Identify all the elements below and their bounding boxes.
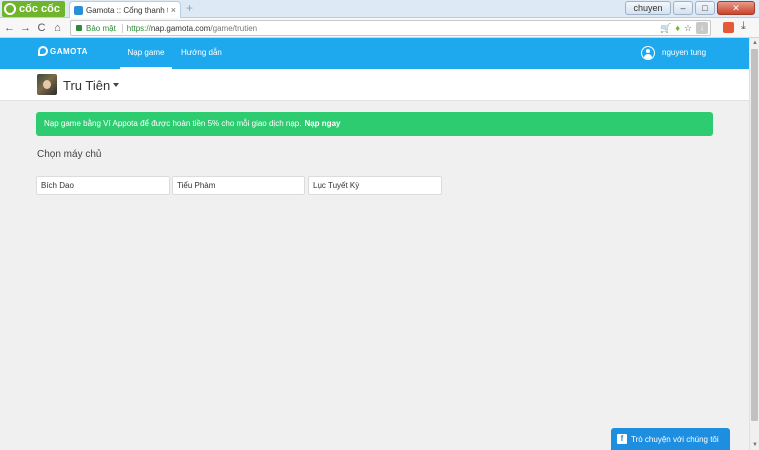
forward-arrow-icon[interactable]: → bbox=[19, 22, 32, 34]
game-selector-bar: Tru Tiên bbox=[0, 69, 749, 101]
scroll-down-arrow-icon[interactable]: ▼ bbox=[750, 440, 759, 450]
choose-server-heading: Chọn máy chủ bbox=[37, 149, 102, 160]
page-scrollbar[interactable]: ▲ ▼ bbox=[749, 38, 759, 450]
server-option[interactable]: Tiểu Phàm bbox=[172, 176, 305, 195]
server-option[interactable]: Lục Tuyết Kỳ bbox=[308, 176, 442, 195]
gamota-favicon-icon bbox=[74, 5, 83, 15]
coccoc-brand[interactable]: cốc cốc bbox=[2, 1, 65, 17]
server-option[interactable]: Bích Dao bbox=[36, 176, 170, 195]
user-name[interactable]: nguyen tung bbox=[662, 48, 706, 57]
shopping-cart-icon[interactable]: 🛒 bbox=[660, 23, 671, 34]
scroll-thumb[interactable] bbox=[751, 49, 758, 421]
reload-icon[interactable]: C bbox=[35, 22, 48, 34]
url-scheme: https:// bbox=[126, 23, 151, 33]
scroll-up-arrow-icon[interactable]: ▲ bbox=[750, 38, 759, 48]
promo-link-nap-ngay[interactable]: Nạp ngay bbox=[304, 119, 340, 128]
back-arrow-icon[interactable]: ← bbox=[3, 22, 16, 34]
url-host: nap.gamota.com bbox=[150, 23, 211, 33]
nav-nap-game[interactable]: Nạp game bbox=[120, 38, 172, 69]
new-tab-button[interactable]: + bbox=[186, 1, 193, 15]
avatar-head bbox=[646, 49, 650, 53]
extension-icon[interactable] bbox=[723, 22, 734, 33]
coccoc-leaf-icon[interactable]: ♦ bbox=[675, 23, 680, 33]
browser-toolbar: ← → C ⌂ Bảo mật https:// nap.gamota.com … bbox=[0, 18, 759, 38]
gamota-logo-icon bbox=[38, 46, 48, 56]
maximize-button[interactable]: □ bbox=[695, 1, 715, 15]
home-icon[interactable]: ⌂ bbox=[51, 22, 64, 34]
url-path: /game/trutien bbox=[210, 23, 258, 33]
game-thumbnail bbox=[37, 74, 57, 95]
savior-download-icon[interactable]: ↓ bbox=[696, 22, 708, 34]
close-window-button[interactable]: ✕ bbox=[717, 1, 755, 15]
game-thumbnail-face bbox=[43, 80, 51, 89]
page-viewport: GAMOTA Nạp game Hướng dẫn nguyen tung Tr… bbox=[0, 38, 749, 450]
window-controls: chuyen – □ ✕ bbox=[625, 1, 755, 15]
address-bar-icons: 🛒 ♦ ☆ ↓ bbox=[660, 22, 708, 34]
tab-title: Gamota :: Cổng thanh toán bbox=[86, 5, 168, 15]
facebook-icon: f bbox=[617, 434, 627, 444]
game-title[interactable]: Tru Tiên bbox=[63, 78, 110, 93]
address-bar[interactable]: Bảo mật https:// nap.gamota.com /game/tr… bbox=[70, 20, 711, 36]
lock-icon bbox=[76, 25, 82, 31]
minimize-button[interactable]: – bbox=[673, 1, 693, 15]
chat-with-us-button[interactable]: f Trò chuyện với chúng tôi bbox=[611, 428, 730, 450]
browser-tab[interactable]: Gamota :: Cổng thanh toán × bbox=[69, 1, 181, 18]
promo-text: Nạp game bằng Ví Appota để được hoàn tiề… bbox=[44, 119, 302, 128]
chat-label: Trò chuyện với chúng tôi bbox=[631, 434, 719, 444]
avatar-body bbox=[644, 54, 652, 59]
window-user-button[interactable]: chuyen bbox=[625, 1, 671, 15]
browser-titlebar: cốc cốc Gamota :: Cổng thanh toán × + ch… bbox=[0, 0, 759, 18]
promo-banner: Nạp game bằng Ví Appota để được hoàn tiề… bbox=[36, 112, 713, 136]
nav-huong-dan[interactable]: Hướng dẫn bbox=[181, 38, 222, 69]
bookmark-star-icon[interactable]: ☆ bbox=[684, 23, 692, 34]
caret-down-icon[interactable] bbox=[113, 83, 119, 87]
tab-close-icon[interactable]: × bbox=[171, 5, 176, 15]
downloads-icon[interactable]: ⤓ bbox=[741, 20, 746, 33]
security-label: Bảo mật bbox=[86, 23, 123, 33]
gamota-logo[interactable]: GAMOTA bbox=[38, 46, 88, 56]
brand-name: cốc cốc bbox=[19, 3, 60, 15]
logo-text: GAMOTA bbox=[50, 46, 88, 56]
coccoc-logo-icon bbox=[4, 3, 16, 15]
site-navbar: GAMOTA Nạp game Hướng dẫn nguyen tung bbox=[0, 38, 749, 69]
user-avatar-icon[interactable] bbox=[641, 46, 655, 60]
